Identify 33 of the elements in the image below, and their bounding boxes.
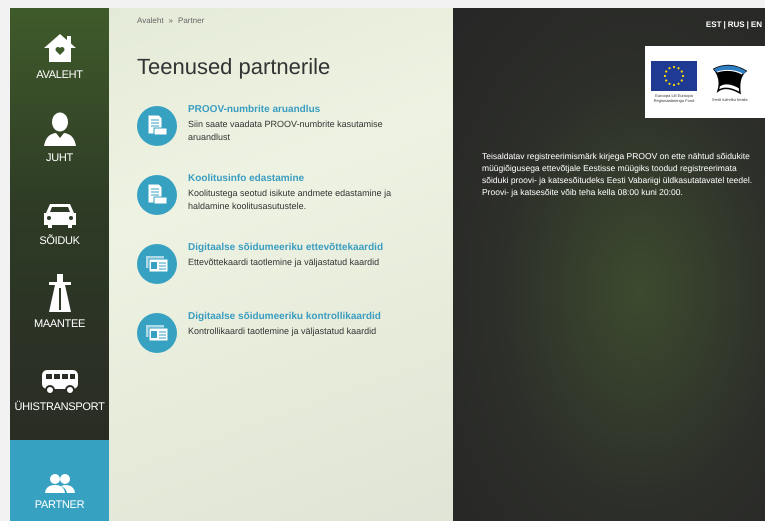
nav-item[interactable]: AVALEHT [10, 8, 109, 91]
language-separator: | [746, 20, 749, 29]
service-icon-circle[interactable] [137, 313, 177, 353]
person-icon [42, 112, 76, 146]
bus-icon [40, 369, 78, 395]
service-description: Siin saate vaadata PROOV-numbrite kasutamise aruandlust [188, 118, 384, 144]
page-title: Teenused partnerile [137, 54, 332, 80]
id-card-icon [145, 255, 169, 273]
breadcrumb-link[interactable]: Partner [178, 16, 204, 25]
breadcrumb-separator: » [168, 16, 173, 25]
language-link[interactable]: EN [750, 20, 762, 29]
nav-item[interactable]: SÕIDUK [10, 174, 109, 257]
house-icon [42, 33, 76, 63]
service-description: Ettevõttekaardi taotlemine ja väljastatud kaardid [188, 256, 380, 269]
language-separator: | [723, 20, 726, 29]
nav-item[interactable]: ÜHISTRANSPORT [10, 340, 109, 423]
info-text: Teisaldatav registreerimismärk kirjega PROOV on ette nähtud sõidukite müügiõigusega ettevõtjale Eestisse müügiks toodud registreerimata sõiduki proovi- ja katsesõitudeks Eesti Vabariigi üldkasutatavatel teedel. Proovi- ja katsesõite võib teha kella 08:00 kuni 20:00. [482, 150, 754, 198]
service-icon-circle[interactable] [137, 175, 177, 215]
breadcrumb-link[interactable]: Avaleht [137, 16, 164, 25]
nav-item[interactable]: MAANTEE [10, 257, 109, 340]
car-icon [42, 201, 76, 229]
road-icon [46, 274, 72, 312]
id-card-icon [145, 324, 169, 342]
language-link[interactable]: RUS [728, 20, 745, 29]
language-link[interactable]: EST [706, 20, 722, 29]
people-icon [44, 473, 74, 493]
service-description: Kontrollikaardi taotlemine ja väljastatud kaardid [188, 325, 378, 338]
nav-item[interactable]: JUHT [10, 91, 109, 174]
service-description: Koolitustega seotud isikute andmete edastamine ja haldamine koolitusasutustele. [188, 187, 392, 213]
service-icon-circle[interactable] [137, 244, 177, 284]
eu-flag-icon [651, 61, 697, 91]
service-icon-circle[interactable] [137, 106, 177, 146]
estonian-logo-icon [712, 62, 748, 94]
